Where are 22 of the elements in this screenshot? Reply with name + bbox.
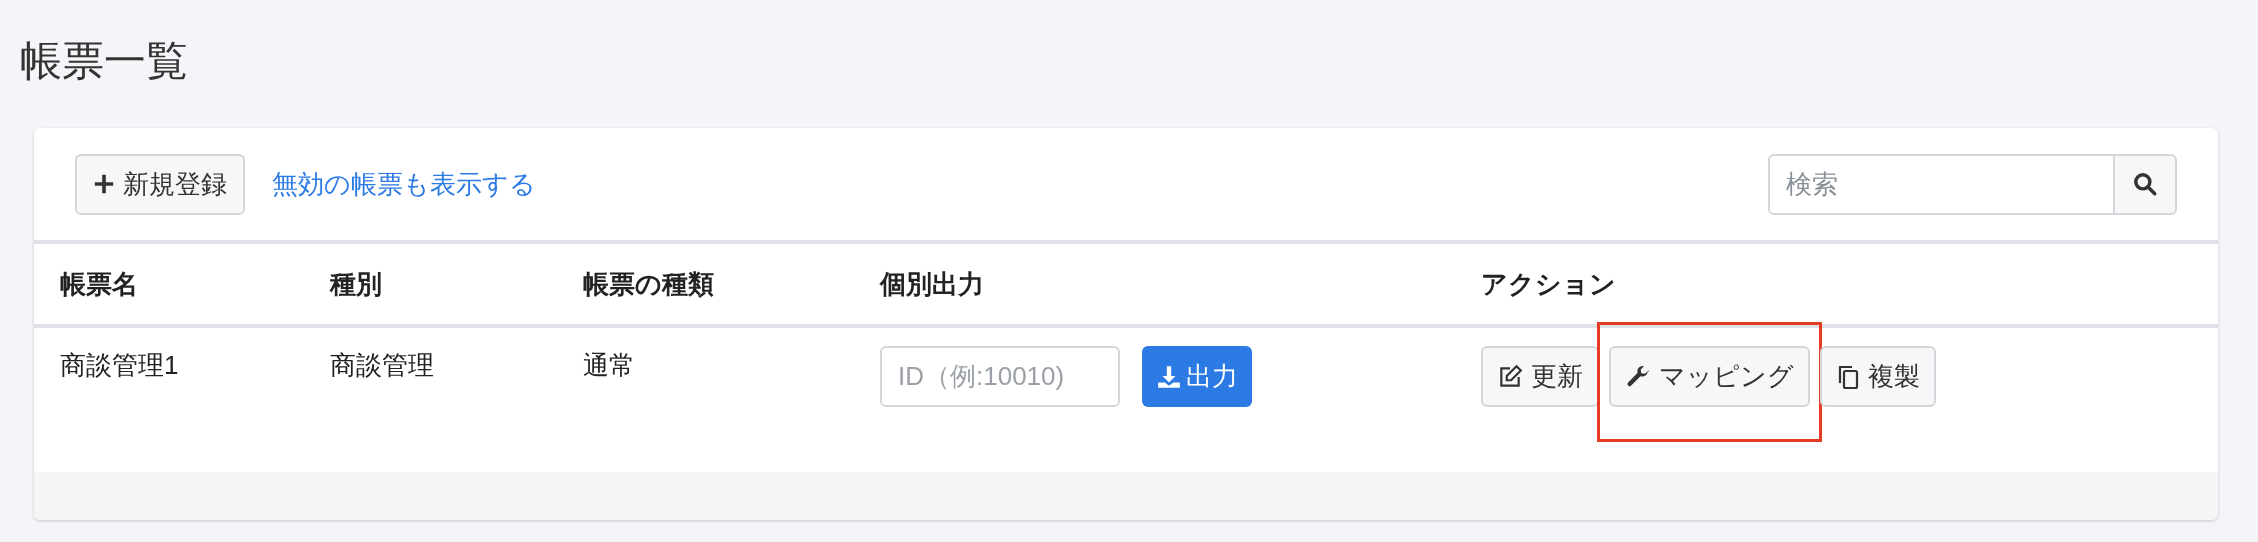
copy-icon (1836, 363, 1860, 390)
search-button[interactable] (2115, 153, 2177, 215)
download-icon (1156, 363, 1182, 390)
new-button[interactable]: 新規登録 (75, 153, 245, 215)
table-cell: 商談管理1 (60, 350, 179, 380)
table-cell: 商談管理 (330, 350, 434, 380)
action-button[interactable]: 更新 (1481, 346, 1599, 407)
edit-icon (1497, 363, 1523, 390)
table-cell: 通常 (583, 350, 635, 380)
column-header: 帳票名 (60, 268, 138, 299)
search-icon (2132, 171, 2158, 197)
column-header: アクション (1481, 268, 1616, 299)
column-header: 個別出力 (880, 268, 984, 299)
search-field[interactable]: 検索 (1768, 153, 2115, 215)
id-input-field[interactable]: ID（例:10010) (880, 346, 1120, 407)
output-button[interactable]: 出力 (1142, 346, 1252, 407)
page-title: 帳票一覧 (20, 40, 188, 82)
column-header: 種別 (330, 268, 382, 299)
action-button[interactable]: 複製 (1820, 346, 1936, 407)
column-header: 帳票の種類 (583, 268, 714, 299)
plus-icon (93, 173, 115, 195)
action-button[interactable]: マッピング (1609, 346, 1810, 407)
